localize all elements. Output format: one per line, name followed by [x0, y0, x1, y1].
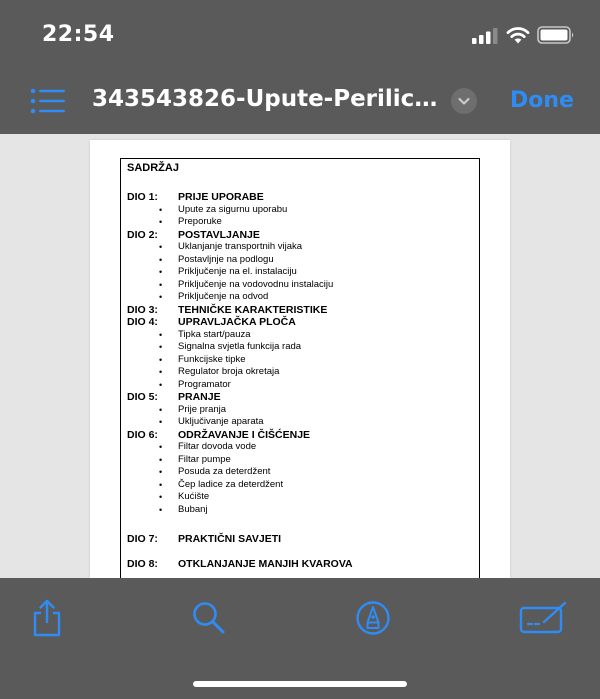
chevron-down-icon — [458, 97, 470, 105]
list-item: Filtar dovoda vode — [127, 441, 353, 454]
list-item: Priključenje na vodovodnu instalaciju — [127, 279, 353, 292]
section-items: Upute za sigurnu uporabu Preporuke — [127, 204, 353, 229]
toc-heading: SADRŽAJ — [127, 162, 179, 174]
list-item: Uklanjanje transportnih vijaka — [127, 241, 353, 254]
list-item: Čep ladice za deterdžent — [127, 479, 353, 492]
markup-icon[interactable] — [355, 600, 391, 636]
section-number: DIO 7: — [127, 533, 158, 545]
list-item: Postavljnje na podlogu — [127, 254, 353, 267]
table-of-contents: SADRŽAJ DIO 1: PRIJE UPORABE Upute za si… — [127, 162, 353, 570]
status-time: 22:54 — [42, 22, 115, 47]
signature-icon[interactable] — [519, 600, 569, 634]
wifi-icon — [506, 27, 530, 44]
section-number: DIO 2: — [127, 228, 158, 241]
section-title: PRAKTIČNI SAVJETI — [178, 533, 282, 545]
list-item: Priključenje na odvod — [127, 291, 353, 304]
section-title: TEHNIČKE KARAKTERISTIKE — [178, 303, 328, 316]
list-item: Posuda za deterdžent — [127, 466, 353, 479]
section-heading: DIO 4: UPRAVLJAČKA PLOČA — [127, 316, 353, 329]
list-item: Upute za sigurnu uporabu — [127, 204, 353, 217]
list-item: Regulator broja okretaja — [127, 366, 353, 379]
list-item: Uključivanje aparata — [127, 416, 353, 429]
section-items: Tipka start/pauza Signalna svjetla funkc… — [127, 329, 353, 392]
section-number: DIO 8: — [127, 557, 158, 570]
list-item: Bubanj — [127, 504, 353, 517]
list-item: Kućište — [127, 491, 353, 504]
list-item: Priključenje na el. instalaciju — [127, 266, 353, 279]
section-items: Prije pranja Uključivanje aparata — [127, 404, 353, 429]
list-item: Programator — [127, 379, 353, 392]
list-item: Prije pranja — [127, 404, 353, 417]
share-icon[interactable] — [30, 598, 64, 638]
document-title: 343543826-Upute-Perilice... — [92, 86, 442, 112]
section-title: PRIJE UPORABE — [178, 191, 264, 203]
cellular-signal-icon — [472, 28, 498, 44]
bottom-toolbar — [0, 578, 600, 699]
section-number: DIO 1: — [127, 191, 158, 203]
section-heading: DIO 2: POSTAVLJANJE — [127, 229, 353, 242]
section-number: DIO 5: — [127, 391, 158, 403]
section-items: Filtar dovoda vode Filtar pumpe Posuda z… — [127, 441, 353, 516]
outline-list-icon[interactable] — [30, 86, 66, 116]
list-item: Filtar pumpe — [127, 454, 353, 467]
home-indicator[interactable] — [193, 681, 407, 687]
section-title: OTKLANJANJE MANJIH KVAROVA — [178, 557, 353, 570]
section-heading: DIO 3: TEHNIČKE KARAKTERISTIKE — [127, 304, 353, 317]
section-heading: DIO 7: PRAKTIČNI SAVJETI — [127, 533, 353, 546]
section-heading: DIO 6: ODRŽAVANJE I ČIŠĆENJE — [127, 429, 353, 442]
list-item: Tipka start/pauza — [127, 329, 353, 342]
battery-icon — [537, 26, 574, 44]
section-heading: DIO 1: PRIJE UPORABE — [127, 191, 353, 204]
section-title: POSTAVLJANJE — [178, 228, 260, 241]
section-number: DIO 6: — [127, 428, 158, 441]
section-heading: DIO 8: OTKLANJANJE MANJIH KVAROVA — [127, 558, 353, 571]
top-bar: 22:54 343543826-Upute-Perilice... Done — [0, 0, 600, 134]
document-page: SADRŽAJ DIO 1: PRIJE UPORABE Upute za si… — [90, 140, 510, 578]
section-title: UPRAVLJAČKA PLOČA — [178, 316, 296, 328]
list-item: Signalna svjetla funkcija rada — [127, 341, 353, 354]
done-button[interactable]: Done — [510, 88, 574, 113]
section-title: ODRŽAVANJE I ČIŠĆENJE — [178, 428, 311, 441]
list-item: Preporuke — [127, 216, 353, 229]
document-viewer[interactable]: SADRŽAJ DIO 1: PRIJE UPORABE Upute za si… — [0, 134, 600, 578]
title-menu-button[interactable] — [451, 88, 477, 114]
list-item: Funkcijske tipke — [127, 354, 353, 367]
section-items: Uklanjanje transportnih vijaka Postavljn… — [127, 241, 353, 304]
section-number: DIO 4: — [127, 316, 158, 328]
section-title: PRANJE — [178, 391, 221, 403]
search-icon[interactable] — [191, 600, 227, 636]
section-heading: DIO 5: PRANJE — [127, 391, 353, 404]
section-number: DIO 3: — [127, 303, 158, 316]
